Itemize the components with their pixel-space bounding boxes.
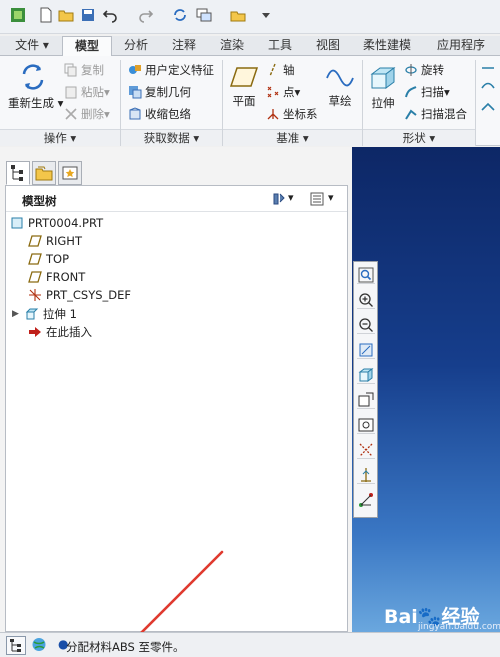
status-bar: ● 分配材料ABS 至零件。 [0,632,500,657]
toggle-navigator-button[interactable] [6,636,26,655]
instruction-arrow-icon [128,550,224,646]
status-message: 分配材料ABS 至零件。 [66,640,185,654]
toggle-browser-button[interactable] [30,636,50,655]
browser-globe-icon [32,638,46,651]
watermark-url: jingyan.baidu.com [418,622,500,632]
tree-icon [10,639,21,652]
